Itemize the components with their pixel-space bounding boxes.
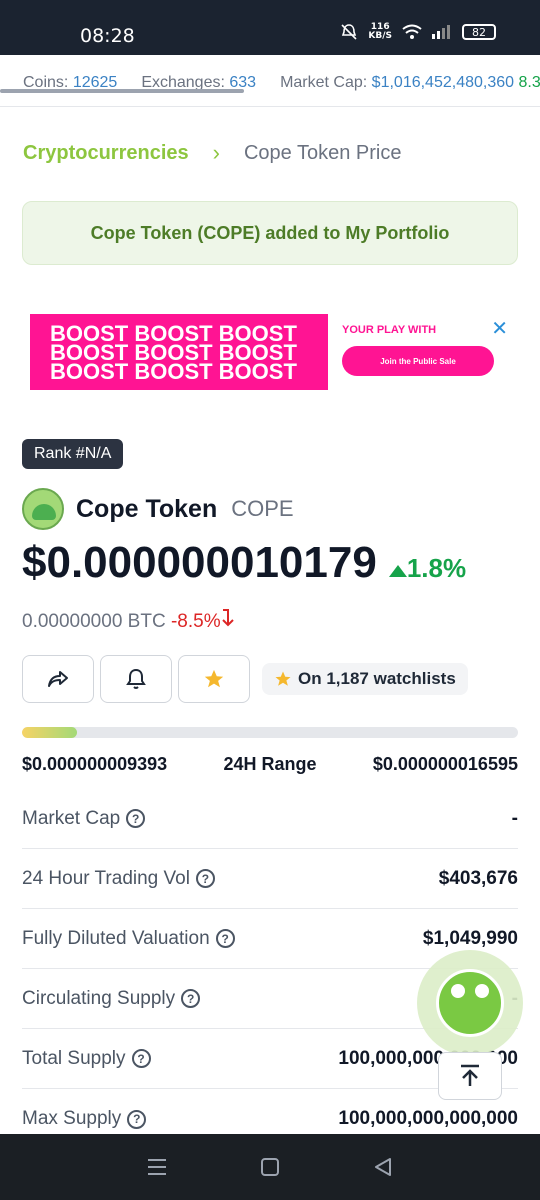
ticker-market-cap: Market Cap: $1,016,452,480,360 8.3 — [280, 74, 540, 92]
floating-mascot-button[interactable] — [417, 950, 523, 1056]
star-icon — [204, 669, 224, 688]
btc-price-row: 0.00000000 BTC -8.5% — [22, 609, 235, 633]
ad-tagline: YOUR PLAY WITH — [342, 324, 437, 336]
btc-price: 0.00000000 BTC — [22, 611, 166, 632]
portfolio-added-notice: Cope Token (COPE) added to My Portfolio — [22, 201, 518, 265]
range-low: $0.000000009393 — [22, 754, 168, 774]
portfolio-added-message: Cope Token (COPE) added to My Portfolio — [90, 222, 450, 243]
stat-label: 24 Hour Trading Vol? — [22, 868, 215, 890]
help-icon[interactable]: ? — [131, 1049, 151, 1068]
ad-text-line-3: BOOST BOOST BOOST — [50, 359, 297, 384]
stat-value: $1,049,990 — [422, 927, 518, 949]
btc-change-value: -8.5% — [170, 611, 221, 632]
breadcrumb: Cryptocurrencies › Cope Token Price — [23, 140, 401, 166]
stat-value: 100,000,000,000,000 — [338, 1108, 518, 1129]
price-row: $0.000000010179 1.8% — [22, 538, 466, 588]
help-icon[interactable]: ? — [126, 809, 146, 828]
btc-change: -8.5% — [170, 609, 235, 632]
stat-row-market-cap: Market Cap? - — [22, 789, 518, 849]
stat-label: Total Supply? — [22, 1048, 151, 1070]
home-icon[interactable] — [260, 1157, 280, 1177]
ad-cta: YOUR PLAY WITH Join the Public Sale — [342, 324, 494, 376]
coin-price: $0.000000010179 — [22, 538, 377, 587]
scroll-to-top-button[interactable] — [438, 1052, 502, 1100]
ad-banner[interactable]: BOOST BOOST BOOST BOOST BOOST BOOST BOOS… — [30, 314, 508, 392]
stat-label: Max Supply? — [22, 1108, 147, 1130]
price-change: 1.8% — [388, 553, 467, 584]
star-icon — [275, 671, 291, 686]
range-bar — [22, 727, 518, 738]
battery-icon: 82 — [462, 24, 496, 40]
frog-mascot-icon — [436, 969, 504, 1037]
global-stats-ticker[interactable]: Coins: 12625 Exchanges: 633 Market Cap: … — [0, 55, 540, 107]
price-change-value: 1.8% — [406, 553, 467, 583]
range-label: 24H Range — [223, 754, 317, 774]
net-speed-unit: KB/S — [368, 31, 392, 41]
ticker-market-cap-value[interactable]: $1,016,452,480,360 — [372, 74, 514, 91]
stat-label-text: Max Supply — [22, 1108, 122, 1129]
action-row: On 1,187 watchlists — [22, 655, 468, 703]
breadcrumb-current: Cope Token Price — [243, 141, 402, 164]
stat-row-trading-volume: 24 Hour Trading Vol? $403,676 — [22, 849, 518, 909]
share-icon — [48, 671, 68, 687]
signal-icon — [432, 25, 450, 39]
net-speed: 116 KB/S — [368, 23, 392, 41]
arrow-up-icon — [461, 1064, 479, 1086]
ad-join-button[interactable]: Join the Public Sale — [342, 346, 494, 376]
status-bar: 08:28 116 KB/S 82 — [0, 0, 540, 55]
bell-icon — [126, 668, 146, 689]
ticker-market-cap-change: 8.3 — [518, 74, 540, 91]
system-nav-bar — [0, 1134, 540, 1200]
watchlists-count: On 1,187 watchlists — [262, 663, 468, 695]
stat-label-text: Total Supply — [22, 1047, 126, 1069]
status-time: 08:28 — [80, 25, 135, 47]
price-alert-button[interactable] — [100, 655, 172, 703]
arrow-down-icon — [221, 609, 234, 627]
coin-symbol: COPE — [231, 496, 294, 521]
coin-header: Cope Token COPE — [22, 488, 294, 530]
watchlist-star-button[interactable] — [178, 655, 250, 703]
help-icon[interactable]: ? — [127, 1109, 147, 1129]
chevron-right-icon: › — [212, 140, 220, 165]
stat-label-text: 24 Hour Trading Vol — [22, 867, 190, 889]
coin-name: Cope Token — [76, 494, 218, 523]
recent-apps-icon[interactable] — [147, 1158, 167, 1176]
range-labels: $0.000000009393 24H Range $0.00000001659… — [22, 754, 518, 775]
help-icon[interactable]: ? — [181, 989, 201, 1008]
caret-up-icon — [388, 565, 407, 577]
stat-label: Circulating Supply? — [22, 987, 201, 1010]
close-icon[interactable]: ✕ — [491, 316, 508, 341]
help-icon[interactable]: ? — [215, 929, 235, 948]
ticker-market-cap-label: Market Cap: — [280, 74, 368, 91]
stat-label-text: Market Cap — [22, 807, 121, 829]
status-icons: 116 KB/S 82 — [340, 23, 496, 41]
breadcrumb-cryptocurrencies-link[interactable]: Cryptocurrencies — [23, 142, 189, 165]
range-bar-fill — [22, 727, 77, 738]
stat-label-text: Circulating Supply — [22, 987, 176, 1009]
watchlists-label: On 1,187 watchlists — [298, 669, 456, 688]
help-icon[interactable]: ? — [195, 869, 215, 888]
coin-logo — [22, 488, 64, 530]
mute-icon — [341, 24, 357, 40]
stat-label-text: Fully Diluted Valuation — [22, 927, 210, 949]
rank-badge: Rank #N/A — [22, 439, 124, 469]
wifi-icon — [402, 24, 422, 39]
stat-label: Fully Diluted Valuation? — [22, 928, 235, 950]
back-icon[interactable] — [373, 1157, 393, 1177]
range-high: $0.000000016595 — [372, 754, 518, 774]
ticker-scrollbar[interactable] — [0, 89, 244, 93]
share-button[interactable] — [22, 655, 94, 703]
stat-label: Market Cap? — [22, 807, 146, 830]
stat-value: $403,676 — [438, 867, 518, 889]
stat-value: - — [511, 807, 518, 829]
ad-graphic[interactable]: BOOST BOOST BOOST BOOST BOOST BOOST BOOS… — [30, 314, 328, 390]
